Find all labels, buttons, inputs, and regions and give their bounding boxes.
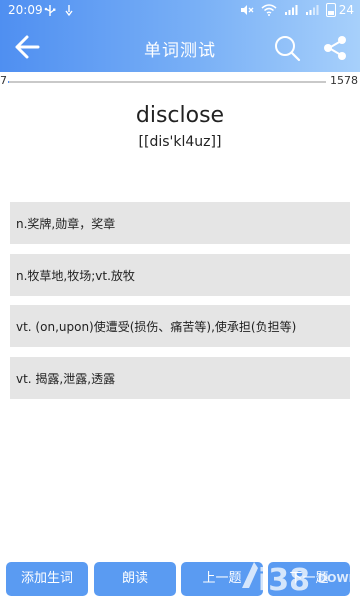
answer-option-3[interactable]: vt. (on,upon)使遭受(损伤、痛苦等),使承担(负担等)	[10, 305, 350, 347]
read-aloud-button[interactable]: 朗读	[94, 562, 176, 596]
share-icon	[320, 36, 350, 67]
progress-total: 1578	[330, 74, 358, 87]
progress-section: 7 1578	[0, 72, 360, 92]
answer-option-4[interactable]: vt. 揭露,泄露,透露	[10, 357, 350, 399]
previous-question-button[interactable]: 上一题	[181, 562, 263, 596]
vibrate-icon	[64, 4, 74, 20]
status-bar: 20:09 24	[0, 0, 360, 22]
status-left-icons	[44, 4, 74, 20]
signal-icon	[305, 4, 319, 16]
word-phonetic: [[dis'kl4uz]]	[138, 134, 222, 150]
status-time: 20:09	[8, 3, 43, 17]
battery-indicator: 24	[325, 3, 354, 17]
add-word-button[interactable]: 添加生词	[6, 562, 88, 596]
progress-bar	[8, 81, 326, 83]
progress-fill	[8, 81, 10, 83]
page-title: 单词测试	[144, 41, 216, 61]
title-bar: 单词测试	[0, 22, 360, 72]
app-header: 20:09 24 单词测试	[0, 0, 360, 72]
battery-icon	[325, 3, 336, 17]
signal-icon	[284, 4, 298, 16]
usb-icon	[44, 4, 56, 20]
answer-option-2[interactable]: n.牧草地,牧场;vt.放牧	[10, 254, 350, 296]
wifi-icon	[261, 4, 277, 16]
answer-option-1[interactable]: n.奖牌,勋章，奖章	[10, 202, 350, 244]
search-button[interactable]	[272, 33, 302, 63]
next-question-button[interactable]: 下一题	[268, 562, 350, 596]
mute-icon	[240, 4, 254, 16]
word-text: disclose	[135, 103, 225, 128]
search-icon	[272, 36, 302, 67]
status-right-icons: 24	[240, 3, 354, 17]
progress-current: 7	[0, 74, 7, 87]
battery-level: 24	[338, 3, 354, 17]
share-button[interactable]	[320, 33, 350, 63]
